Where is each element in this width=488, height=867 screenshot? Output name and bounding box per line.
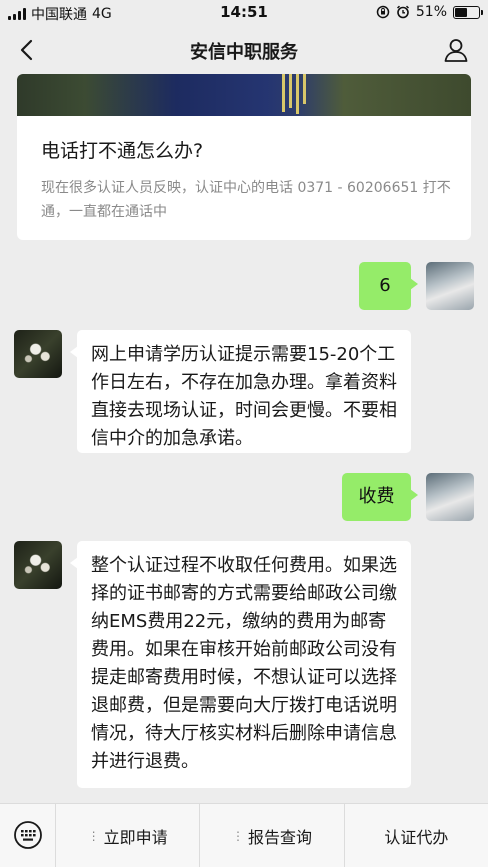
menu-certification-agent[interactable]: 认证代办 — [345, 804, 488, 867]
status-bar: 中国联通 4G 14:51 51% — [0, 0, 488, 26]
message-bubble-service: 整个认证过程不收取任何费用。如果选择的证书邮寄的方式需要给邮政公司缴纳EMS费用… — [70, 541, 411, 788]
article-cover-image — [17, 74, 471, 116]
page-title: 安信中职服务 — [190, 42, 298, 63]
menu-label: 报告查询 — [247, 828, 312, 847]
bottom-menu-bar: ⋮ 立即申请 ⋮ 报告查询 认证代办 — [0, 803, 488, 867]
keyboard-icon — [14, 821, 42, 849]
service-avatar[interactable] — [14, 541, 62, 589]
menu-apply-now[interactable]: ⋮ 立即申请 — [56, 804, 201, 867]
menu-label: 认证代办 — [384, 828, 449, 847]
battery-percent: 51% — [415, 4, 447, 20]
submenu-indicator-icon: ⋮ — [231, 829, 244, 843]
battery-fill — [455, 7, 467, 17]
keyboard-toggle-button[interactable] — [0, 804, 56, 867]
menu-report-query[interactable]: ⋮ 报告查询 — [200, 804, 345, 867]
article-summary: 现在很多认证人员反映，认证中心的电话 0371 - 60206651 打不通，一… — [41, 180, 451, 220]
menu-label: 立即申请 — [103, 828, 168, 847]
article-title: 电话打不通怎么办? — [41, 140, 204, 162]
message-bubble-service: 网上申请学历认证提示需要15-20个工作日左右，不存在加急办理。拿着资料直接去现… — [70, 330, 411, 453]
submenu-indicator-icon: ⋮ — [87, 829, 100, 843]
service-avatar[interactable] — [14, 330, 62, 378]
user-avatar[interactable] — [426, 262, 474, 310]
nav-bar: 安信中职服务 — [0, 26, 488, 74]
profile-icon[interactable] — [442, 36, 470, 64]
message-bubble-user: 收费 — [342, 473, 418, 521]
user-avatar[interactable] — [426, 473, 474, 521]
battery-icon — [453, 5, 483, 19]
alarm-icon — [396, 5, 409, 19]
status-right: 51% — [376, 4, 483, 20]
message-bubble-user: 6 — [359, 262, 418, 310]
rotation-lock-icon — [376, 5, 390, 19]
article-card[interactable]: 电话打不通怎么办? 现在很多认证人员反映，认证中心的电话 0371 - 6020… — [17, 74, 471, 240]
